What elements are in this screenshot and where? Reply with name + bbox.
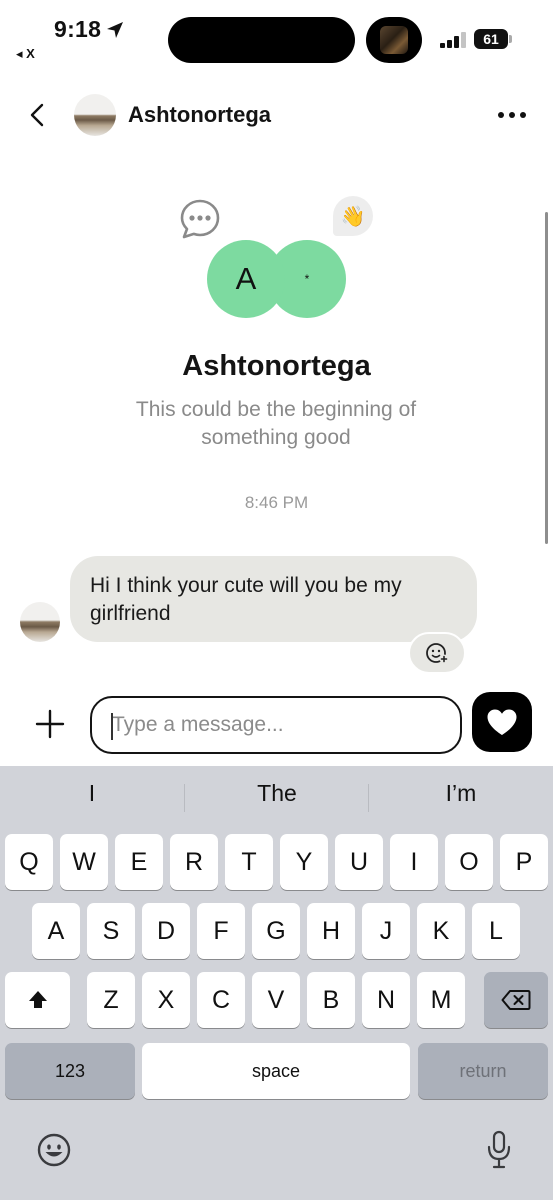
match-avatar-a: A <box>207 240 285 318</box>
match-name: Ashtonortega <box>182 350 371 382</box>
more-dots-icon <box>498 112 504 118</box>
key-h[interactable]: H <box>307 903 355 959</box>
more-options-button[interactable] <box>494 100 530 130</box>
suggestion-3[interactable]: I’m <box>369 780 553 807</box>
suggestion-1[interactable]: I <box>0 780 184 807</box>
key-r[interactable]: R <box>170 834 218 890</box>
wave-emoji-icon[interactable]: 👋 <box>333 196 373 236</box>
dictation-button[interactable] <box>482 1128 516 1172</box>
key-l[interactable]: L <box>472 903 520 959</box>
chat-bubble-icon <box>180 199 220 239</box>
key-o[interactable]: O <box>445 834 493 890</box>
now-playing-thumbnail[interactable] <box>366 17 422 63</box>
key-f[interactable]: F <box>197 903 245 959</box>
backspace-icon <box>501 990 531 1010</box>
back-button[interactable] <box>20 98 54 132</box>
header-avatar[interactable] <box>74 94 116 136</box>
message-bubble[interactable]: Hi I think your cute will you be my girl… <box>70 556 477 642</box>
key-e[interactable]: E <box>115 834 163 890</box>
key-x[interactable]: X <box>142 972 190 1028</box>
key-y[interactable]: Y <box>280 834 328 890</box>
return-key[interactable]: return <box>418 1043 548 1099</box>
add-attachment-button[interactable] <box>30 702 70 746</box>
location-arrow-icon <box>107 22 123 38</box>
key-m[interactable]: M <box>417 972 465 1028</box>
message-timestamp: 8:46 PM <box>244 493 309 512</box>
key-c[interactable]: C <box>197 972 245 1028</box>
key-a[interactable]: A <box>32 903 80 959</box>
keyboard: I The I’m Q W E R T Y U I O P A S D F G … <box>0 766 553 1200</box>
key-v[interactable]: V <box>252 972 300 1028</box>
header-contact-name[interactable]: Ashtonortega <box>128 102 271 128</box>
key-q[interactable]: Q <box>5 834 53 890</box>
emoji-icon <box>37 1133 71 1167</box>
key-g[interactable]: G <box>252 903 300 959</box>
key-z[interactable]: Z <box>87 972 135 1028</box>
plus-icon <box>35 709 65 739</box>
key-i[interactable]: I <box>390 834 438 890</box>
key-d[interactable]: D <box>142 903 190 959</box>
key-n[interactable]: N <box>362 972 410 1028</box>
key-w[interactable]: W <box>60 834 108 890</box>
suggestion-2[interactable]: The <box>185 780 369 807</box>
battery-level: 61 <box>474 29 508 49</box>
delete-key[interactable] <box>484 972 548 1028</box>
key-t[interactable]: T <box>225 834 273 890</box>
shift-icon <box>28 991 47 1008</box>
back-to-app-link[interactable]: ◂ X <box>16 46 35 62</box>
emoji-add-icon <box>426 643 449 664</box>
key-u[interactable]: U <box>335 834 383 890</box>
key-k[interactable]: K <box>417 903 465 959</box>
heart-icon <box>487 709 517 735</box>
microphone-icon <box>487 1130 511 1169</box>
numbers-key[interactable]: 123 <box>5 1043 135 1099</box>
status-time: 9:18 <box>54 16 102 42</box>
status-bar: 9:18 ◂ X 61 <box>0 0 553 72</box>
key-j[interactable]: J <box>362 903 410 959</box>
chevron-left-icon <box>30 103 44 127</box>
battery-icon: 61 <box>474 29 512 49</box>
match-subtitle: This could be the beginning of something… <box>135 398 417 449</box>
space-key[interactable]: space <box>142 1043 410 1099</box>
message-input[interactable] <box>90 696 462 754</box>
chat-header: Ashtonortega <box>0 90 553 142</box>
suggestion-bar: I The I’m <box>0 766 553 830</box>
text-caret <box>111 713 113 740</box>
shift-key[interactable] <box>5 972 70 1028</box>
key-p[interactable]: P <box>500 834 548 890</box>
message-sender-avatar[interactable] <box>20 602 60 642</box>
send-heart-button[interactable] <box>472 692 532 752</box>
dynamic-island <box>168 17 355 63</box>
cellular-signal-icon <box>440 32 466 48</box>
key-b[interactable]: B <box>307 972 355 1028</box>
emoji-keyboard-button[interactable] <box>34 1130 74 1170</box>
add-reaction-button[interactable] <box>408 632 466 674</box>
key-s[interactable]: S <box>87 903 135 959</box>
